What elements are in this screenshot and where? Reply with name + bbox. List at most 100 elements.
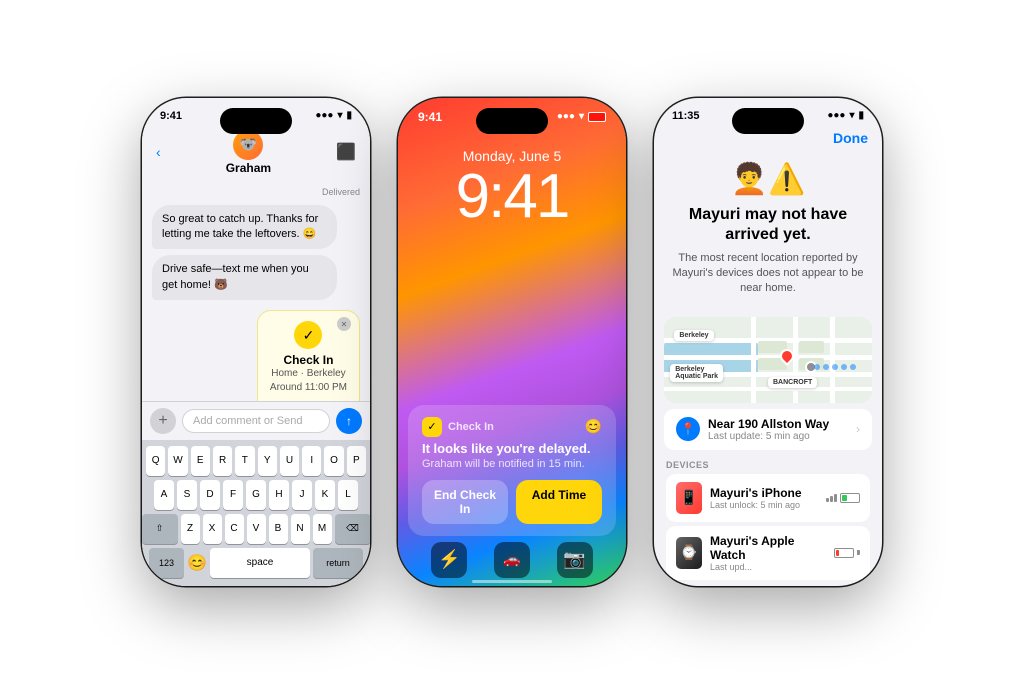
message-input-bar: + Add comment or Send ↑: [142, 401, 370, 440]
keyboard-row-2: A S D F G H J K L: [146, 480, 366, 510]
key-emoji[interactable]: 😊: [187, 548, 207, 578]
lockscreen: 9:41 ●●● ▾ Monday, June 5 9:41 ✓ Check I…: [398, 98, 626, 586]
location-name: Near 190 Allston Way: [708, 417, 829, 431]
key-i[interactable]: I: [302, 446, 321, 476]
key-e[interactable]: E: [191, 446, 210, 476]
map-dot-4: [841, 364, 847, 370]
status-icons-left: ●●● ▾ ▮: [315, 110, 352, 121]
message-input-field[interactable]: Add comment or Send: [182, 409, 330, 433]
phone-lockscreen: 9:41 ●●● ▾ Monday, June 5 9:41 ✓ Check I…: [398, 98, 626, 586]
battery-bar-watch: [834, 548, 854, 558]
notif-subtitle: Graham will be notified in 15 min.: [422, 458, 602, 470]
phone-alert: 11:35 ●●● ▾ ▮ Done 🧑‍🦱⚠️ Mayuri may not …: [654, 98, 882, 586]
key-n[interactable]: N: [291, 514, 310, 544]
key-a[interactable]: A: [154, 480, 174, 510]
map-block-2: [799, 341, 824, 353]
map-container[interactable]: Berkeley BerkeleyAquatic Park BANCROFT: [664, 317, 872, 403]
camera-button[interactable]: 📷: [557, 542, 593, 578]
key-space[interactable]: space: [210, 548, 310, 578]
map-dot-1: [814, 364, 820, 370]
key-delete[interactable]: ⌫: [335, 514, 371, 544]
check-in-card[interactable]: ✕ ✓ Check In Home · Berkeley Around 11:0…: [257, 310, 360, 400]
key-h[interactable]: H: [269, 480, 289, 510]
driving-mode-button[interactable]: 🚗: [494, 542, 530, 578]
check-in-icon: ✓: [294, 321, 322, 349]
map-street-v2: [793, 317, 798, 403]
key-g[interactable]: G: [246, 480, 266, 510]
key-z[interactable]: Z: [181, 514, 200, 544]
lock-notification[interactable]: ✓ Check In 😊 It looks like you're delaye…: [408, 405, 616, 536]
map-background: Berkeley BerkeleyAquatic Park BANCROFT: [664, 317, 872, 403]
location-update: Last update: 5 min ago: [708, 431, 829, 442]
messages-screen: 9:41 ●●● ▾ ▮ ‹ 🐨 Graham ⬛ Delivered: [142, 98, 370, 586]
scene: 9:41 ●●● ▾ ▮ ‹ 🐨 Graham ⬛ Delivered: [0, 0, 1024, 683]
key-o[interactable]: O: [324, 446, 343, 476]
dynamic-island-left: [220, 108, 292, 134]
key-k[interactable]: K: [315, 480, 335, 510]
alert-description: The most recent location reported by May…: [670, 251, 866, 297]
key-s[interactable]: S: [177, 480, 197, 510]
key-shift[interactable]: ⇧: [142, 514, 178, 544]
wifi-signal-icon: [826, 494, 837, 502]
key-p[interactable]: P: [347, 446, 366, 476]
location-icon: 📍: [676, 417, 700, 441]
map-label-aquatic: BerkeleyAquatic Park: [670, 364, 723, 382]
location-row[interactable]: 📍 Near 190 Allston Way Last update: 5 mi…: [664, 409, 872, 450]
device-watch-update: Last upd...: [710, 562, 826, 572]
key-u[interactable]: U: [280, 446, 299, 476]
done-button[interactable]: Done: [833, 130, 868, 146]
signal-icon: ●●●: [315, 110, 333, 121]
lock-dock: ⚡ 🚗 📷: [398, 542, 626, 578]
key-b[interactable]: B: [269, 514, 288, 544]
battery-bar-iphone: [840, 493, 860, 503]
messages-body: Delivered So great to catch up. Thanks f…: [142, 181, 370, 401]
lock-time-display: 9:41: [398, 166, 626, 228]
devices-section-label: DEVICES: [666, 460, 870, 470]
phone-messages: 9:41 ●●● ▾ ▮ ‹ 🐨 Graham ⬛ Delivered: [142, 98, 370, 586]
key-j[interactable]: J: [292, 480, 312, 510]
key-y[interactable]: Y: [258, 446, 277, 476]
dynamic-island-right: [732, 108, 804, 134]
key-d[interactable]: D: [200, 480, 220, 510]
key-l[interactable]: L: [338, 480, 358, 510]
key-w[interactable]: W: [168, 446, 187, 476]
message-bubble-1: So great to catch up. Thanks for letting…: [152, 205, 337, 250]
lock-wifi-icon: ▾: [579, 111, 584, 122]
back-button[interactable]: ‹: [156, 144, 161, 160]
keyboard-row-1: Q W E R T Y U I O P: [146, 446, 366, 476]
key-return[interactable]: return: [313, 548, 363, 578]
key-q[interactable]: Q: [146, 446, 165, 476]
map-dot-trail: [814, 364, 856, 370]
device-row-watch[interactable]: ⌚ Mayuri's Apple Watch Last upd...: [666, 526, 870, 580]
status-time-left: 9:41: [160, 110, 182, 122]
add-attachment-button[interactable]: +: [150, 408, 176, 434]
battery-fill-watch: [836, 550, 839, 556]
messages-nav: ‹ 🐨 Graham ⬛: [142, 126, 370, 181]
keyboard-row-4: 123 😊 space return: [146, 548, 366, 578]
add-time-button[interactable]: Add Time: [516, 480, 602, 524]
key-x[interactable]: X: [203, 514, 222, 544]
key-m[interactable]: M: [313, 514, 332, 544]
wifi-bar-2: [830, 496, 833, 502]
device-row-iphone[interactable]: 📱 Mayuri's iPhone Last unlock: 5 min ago: [666, 474, 870, 522]
send-button[interactable]: ↑: [336, 408, 362, 434]
contact-avatar: 🐨: [233, 130, 263, 160]
key-r[interactable]: R: [213, 446, 232, 476]
message-bubble-2: Drive safe—text me when you get home! 🐻: [152, 255, 337, 300]
end-check-in-button[interactable]: End Check In: [422, 480, 508, 524]
contact-header[interactable]: 🐨 Graham: [226, 130, 271, 175]
notif-actions: End Check In Add Time: [422, 480, 602, 524]
video-call-button[interactable]: ⬛: [336, 142, 356, 162]
torch-button[interactable]: ⚡: [431, 542, 467, 578]
delivered-label: Delivered: [152, 187, 360, 197]
key-t[interactable]: T: [235, 446, 254, 476]
alert-screen: 11:35 ●●● ▾ ▮ Done 🧑‍🦱⚠️ Mayuri may not …: [654, 98, 882, 586]
key-v[interactable]: V: [247, 514, 266, 544]
check-in-close-button[interactable]: ✕: [337, 317, 351, 331]
key-f[interactable]: F: [223, 480, 243, 510]
key-123[interactable]: 123: [149, 548, 184, 578]
key-c[interactable]: C: [225, 514, 244, 544]
wifi-icon: ▾: [337, 110, 342, 121]
device-watch-name: Mayuri's Apple Watch: [710, 534, 826, 562]
alert-title: Mayuri may not have arrived yet.: [670, 205, 866, 245]
